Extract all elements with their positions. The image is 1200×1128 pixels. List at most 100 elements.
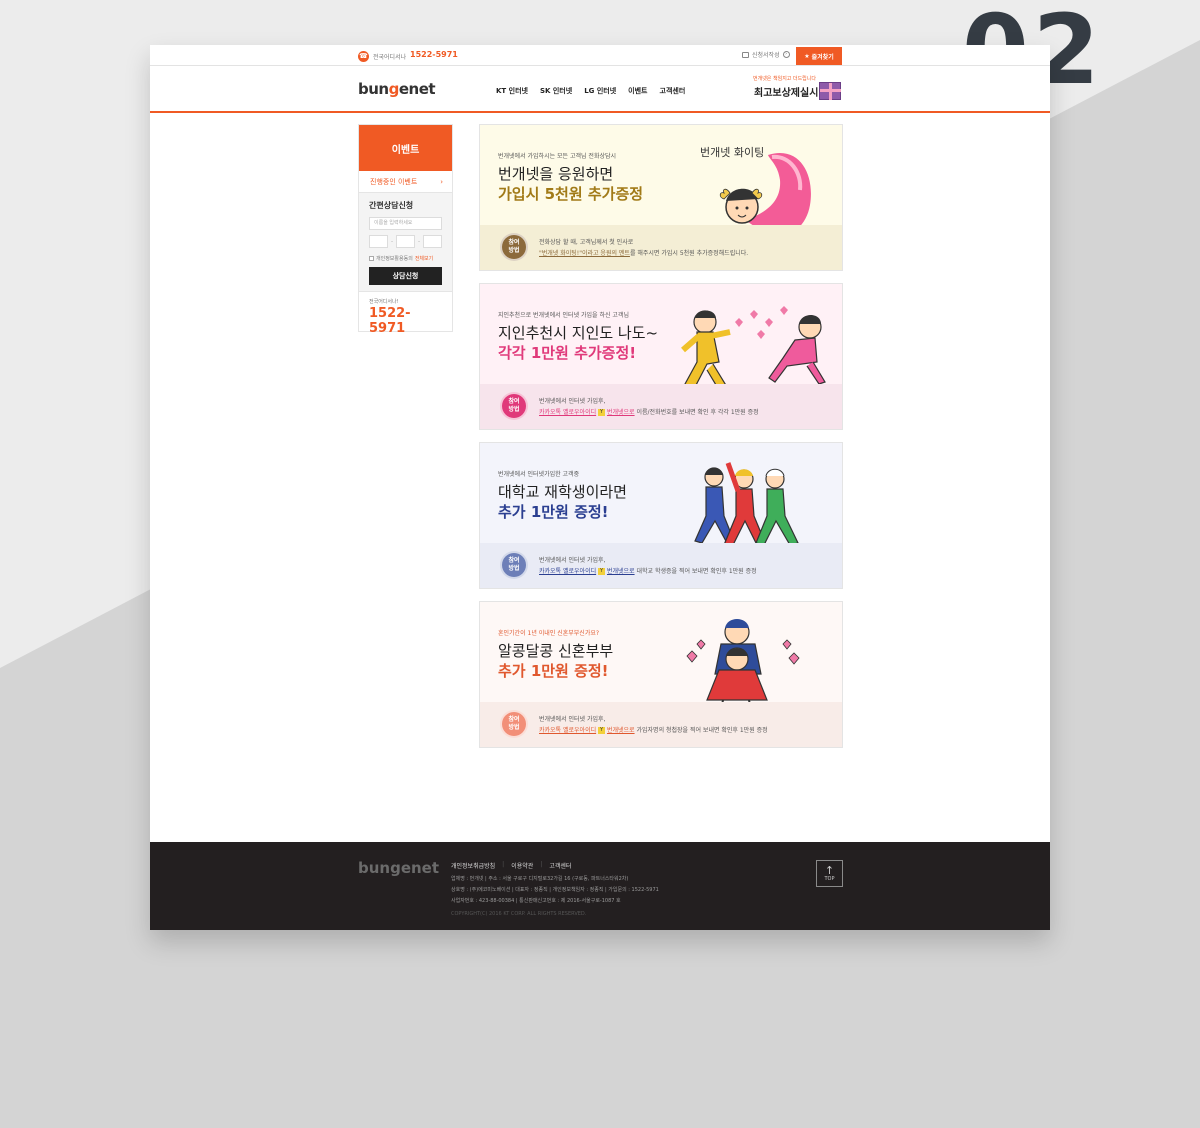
event-desc-line2: 카카오톡 옐로우아이디 Y 번개넷으로 이름/전화번호를 보내면 확인 후 각각… bbox=[539, 407, 759, 416]
event-desc-line1: 전화상담 할 때, 고객님께서 첫 인사로 bbox=[539, 239, 634, 246]
event-card-header: 번개넷에서 가입하시는 모든 고객님 전화상담시 번개넷을 응원하면 가입시 5… bbox=[480, 125, 842, 244]
phone-input-row: - - bbox=[369, 235, 442, 248]
dash: - bbox=[391, 238, 393, 245]
event-subtitle: 지인추천으로 번개넷에서 인터넷 가입을 하신 고객님 bbox=[498, 312, 629, 319]
top-bar: ☎ 전국어디서나 1522-5971 신청서작성 › ★ 즐겨찾기 bbox=[150, 45, 1050, 66]
logo-part: g bbox=[388, 80, 400, 98]
logo-part: bun bbox=[358, 80, 389, 98]
promo-title: 최고보상제실시 bbox=[754, 88, 819, 99]
event-card-header: 번개넷에서 인터넷가입한 고객중 대학교 재학생이라면 추가 1만원 증정! bbox=[480, 443, 842, 548]
desc-highlight: 번개넷으로 bbox=[606, 727, 635, 734]
event-desc-line1: 번개넷에서 인터넷 가입후, bbox=[539, 716, 606, 723]
footer-copyright: COPYRIGHT(C) 2016 KT CORP. ALL RIGHTS RE… bbox=[451, 911, 587, 917]
sidebar-item-label: 진행중인 이벤트 bbox=[370, 177, 418, 186]
event-title: 대학교 재학생이라면 bbox=[498, 483, 627, 501]
yellow-id-icon: Y bbox=[598, 727, 606, 734]
how-to-badge: 참여 방법 bbox=[500, 233, 528, 261]
chevron-right-icon: › bbox=[782, 51, 790, 58]
event-card-header: 혼인기간이 1년 이내인 신혼부부신가요? 알콩달콩 신혼부부 추가 1만원 증… bbox=[480, 602, 842, 711]
cheer-text: 번개넷 화이팅 bbox=[700, 146, 765, 159]
desc-rest: 를 해주시면 가입시 5천원 추가증정해드립니다. bbox=[629, 250, 749, 257]
event-highlight-title: 각각 1만원 추가증정! bbox=[498, 344, 637, 362]
main-nav: KT 인터넷 SK 인터넷 LG 인터넷 이벤트 고객센터 bbox=[496, 86, 685, 96]
event-card-cheer[interactable]: 번개넷에서 가입하시는 모든 고객님 전화상담시 번개넷을 응원하면 가입시 5… bbox=[479, 124, 843, 271]
divider: | bbox=[540, 861, 543, 868]
application-status-link[interactable]: 신청서작성 › bbox=[742, 50, 790, 59]
site-footer: bungenet 개인정보취급방침 | 이용약관 | 고객센터 업체명 : 번개… bbox=[150, 842, 1050, 930]
desc-highlight: 번개넷으로 bbox=[606, 568, 635, 575]
event-desc-line2: "번개넷 화이팅!"이라고 응원의 멘트를 해주시면 가입시 5천원 추가증정해… bbox=[539, 248, 748, 257]
newlywed-couple-illustration bbox=[686, 619, 800, 711]
event-card-footer: 참여 방법 번개넷에서 인터넷 가입후, 카카오톡 옐로우아이디 Y 번개넷으로… bbox=[480, 543, 842, 588]
desc-highlight: "번개넷 화이팅!"이라고 응원의 멘트 bbox=[539, 250, 630, 257]
desc-highlight: 번개넷으로 bbox=[606, 409, 635, 416]
cheer-handwritten-text: 번개넷 화이팅 bbox=[700, 147, 764, 159]
how-to-badge: 참여 방법 bbox=[500, 710, 528, 738]
event-card-footer: 참여 방법 번개넷에서 인터넷 가입후, 카카오톡 옐로우아이디 Y 번개넷으로… bbox=[480, 702, 842, 747]
agree-label: 개인정보활용동의 bbox=[376, 256, 413, 262]
event-desc-line1: 번개넷에서 인터넷 가입후, bbox=[539, 398, 606, 405]
event-highlight-title: 추가 1만원 증정! bbox=[498, 662, 609, 680]
desc-rest: 대학교 학생증을 찍어 보내면 확인후 1만원 증정 bbox=[636, 568, 757, 575]
phone-input-2[interactable] bbox=[395, 235, 416, 248]
site-logo[interactable]: bungenet bbox=[358, 80, 436, 98]
consult-submit-button[interactable]: 상담신청 bbox=[369, 267, 442, 285]
star-icon: ★ bbox=[804, 52, 810, 60]
privacy-agree: 개인정보활용동의 전체보기 bbox=[369, 255, 442, 262]
web-page: ☎ 전국어디서나 1522-5971 신청서작성 › ★ 즐겨찾기 bungen… bbox=[150, 45, 1050, 930]
how-to-badge: 참여 방법 bbox=[500, 551, 528, 579]
desc-highlight: 카카오톡 옐로우아이디 bbox=[539, 409, 597, 416]
logo-part: enet bbox=[398, 80, 436, 98]
quick-consult-form: 간편상담신청 이름을 입력하세요 - - 개인정보활용동의 전체보기 상담신청 bbox=[359, 193, 452, 292]
footer-links: 개인정보취급방침 | 이용약관 | 고객센터 bbox=[451, 861, 571, 870]
event-title: 알콩달콩 신혼부부 bbox=[498, 642, 614, 660]
event-highlight-title: 추가 1만원 증정! bbox=[498, 503, 609, 521]
sidebar-item-ongoing-events[interactable]: 진행중인 이벤트 › bbox=[359, 171, 452, 193]
sidebar-call-box: 전국어디서나! 1522-5971 bbox=[359, 292, 452, 342]
chevron-right-icon: › bbox=[440, 177, 443, 186]
event-desc-line2: 카카오톡 옐로우아이디 Y 번개넷으로 대학교 학생증을 찍어 보내면 확인후 … bbox=[539, 566, 757, 575]
event-card-footer: 참여 방법 번개넷에서 인터넷 가입후, 카카오톡 옐로우아이디 Y 번개넷으로… bbox=[480, 384, 842, 429]
footer-link-terms[interactable]: 이용약관 bbox=[511, 861, 533, 870]
event-desc-line2: 카카오톡 옐로우아이디 Y 번개넷으로 가입자명의 청첩장을 찍어 보내면 확인… bbox=[539, 725, 768, 734]
event-card-header: 지인추천으로 번개넷에서 인터넷 가입을 하신 고객님 지인추천시 지인도 나도… bbox=[480, 284, 842, 391]
desc-rest: 가입자명의 청첩장을 찍어 보내면 확인후 1만원 증정 bbox=[636, 727, 768, 734]
nav-item-kt[interactable]: KT 인터넷 bbox=[496, 86, 528, 96]
desc-rest: 이름/전화번호를 보내면 확인 후 각각 1만원 증정 bbox=[636, 409, 759, 416]
nav-item-support[interactable]: 고객센터 bbox=[660, 86, 686, 96]
phone-input-3[interactable] bbox=[422, 235, 442, 248]
nav-item-sk[interactable]: SK 인터넷 bbox=[540, 86, 572, 96]
desc-highlight: 카카오톡 옐로우아이디 bbox=[539, 727, 597, 734]
gift-box-icon bbox=[819, 82, 841, 100]
footer-business-info: 상호명 : (주)에코미노베이션 | 대표자 : 정종직 | 개인정보책임자 :… bbox=[451, 887, 659, 893]
promo-banner[interactable]: 번개넷은 책임지고 더드립니다 최고보상제실시 bbox=[753, 74, 843, 106]
promo-subtitle: 번개넷은 책임지고 더드립니다 bbox=[753, 76, 816, 82]
event-subtitle: 번개넷에서 인터넷가입한 고객중 bbox=[498, 471, 580, 478]
dash: - bbox=[418, 238, 420, 245]
footer-link-support[interactable]: 고객센터 bbox=[549, 861, 571, 870]
event-card-student[interactable]: 번개넷에서 인터넷가입한 고객중 대학교 재학생이라면 추가 1만원 증정! 참… bbox=[479, 442, 843, 589]
event-card-newlywed[interactable]: 혼인기간이 1년 이내인 신혼부부신가요? 알콩달콩 신혼부부 추가 1만원 증… bbox=[479, 601, 843, 748]
top-phone-number[interactable]: 1522-5971 bbox=[410, 50, 458, 59]
event-title: 지인추천시 지인도 나도~ bbox=[498, 324, 659, 342]
call-label: 전국어디서나! bbox=[369, 299, 399, 305]
favorites-button[interactable]: ★ 즐겨찾기 bbox=[796, 47, 842, 65]
top-phone-label: 전국어디서나 bbox=[373, 54, 407, 61]
nav-item-lg[interactable]: LG 인터넷 bbox=[584, 86, 616, 96]
call-number[interactable]: 1522-5971 bbox=[369, 306, 442, 336]
event-title: 번개넷을 응원하면 bbox=[498, 165, 614, 183]
agree-checkbox[interactable] bbox=[369, 256, 374, 261]
site-header: bungenet KT 인터넷 SK 인터넷 LG 인터넷 이벤트 고객센터 번… bbox=[150, 66, 1050, 113]
footer-registration-info: 사업자번호 : 423-88-00384 | 통신판매신고번호 : 제 2016… bbox=[451, 898, 621, 904]
name-input[interactable]: 이름을 입력하세요 bbox=[369, 217, 442, 230]
scroll-top-button[interactable]: ↑ TOP bbox=[816, 860, 843, 887]
footer-link-privacy[interactable]: 개인정보취급방침 bbox=[451, 861, 495, 870]
how-to-badge: 참여 방법 bbox=[500, 392, 528, 420]
status-link-label: 신청서작성 bbox=[752, 52, 780, 59]
nav-item-event[interactable]: 이벤트 bbox=[628, 86, 647, 96]
phone-input-1[interactable] bbox=[369, 235, 389, 248]
desc-highlight: 카카오톡 옐로우아이디 bbox=[539, 568, 597, 575]
consult-title: 간편상담신청 bbox=[369, 201, 414, 210]
event-card-referral[interactable]: 지인추천으로 번개넷에서 인터넷 가입을 하신 고객님 지인추천시 지인도 나도… bbox=[479, 283, 843, 430]
agree-view-link[interactable]: 전체보기 bbox=[415, 255, 433, 262]
